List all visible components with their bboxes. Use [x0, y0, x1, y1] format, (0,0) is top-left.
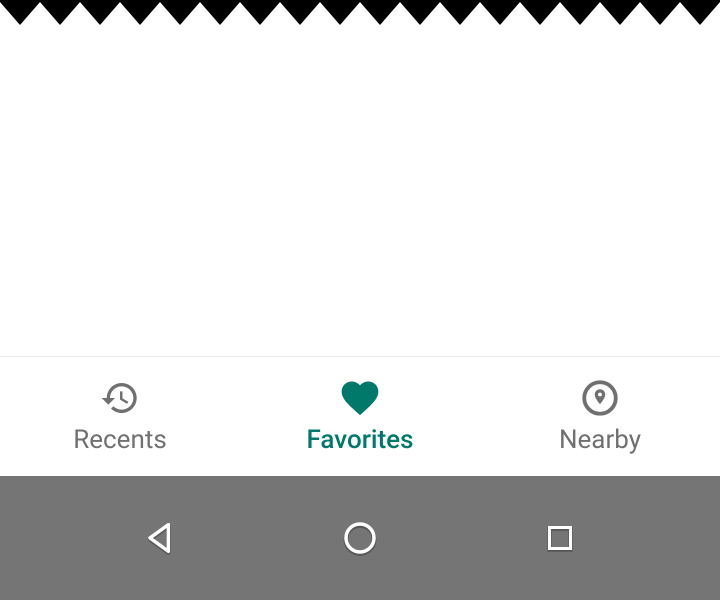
system-navigation-bar [0, 476, 720, 600]
nav-label-recents: Recents [73, 425, 167, 455]
nav-item-nearby[interactable]: Nearby [480, 357, 720, 476]
history-icon [100, 379, 140, 417]
nav-label-favorites: Favorites [307, 425, 414, 455]
nav-item-favorites[interactable]: Favorites [240, 357, 480, 476]
home-button[interactable] [300, 508, 420, 568]
nav-label-nearby: Nearby [559, 425, 641, 455]
heart-icon [338, 379, 382, 417]
bottom-navigation: Recents Favorites Nearby [0, 356, 720, 476]
back-button[interactable] [100, 508, 220, 568]
location-icon [579, 379, 621, 417]
overview-button[interactable] [500, 508, 620, 568]
content-area [0, 30, 720, 356]
zigzag-border [0, 0, 720, 30]
nav-item-recents[interactable]: Recents [0, 357, 240, 476]
